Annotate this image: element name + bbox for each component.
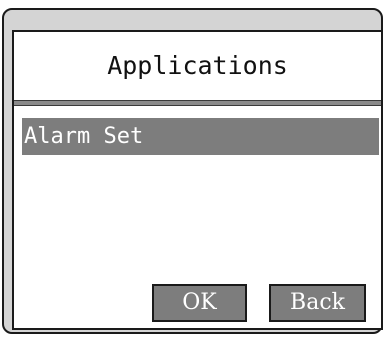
back-button[interactable]: Back (269, 284, 366, 322)
ok-button[interactable]: OK (152, 284, 247, 322)
list-item-alarm-set[interactable]: Alarm Set (22, 118, 379, 155)
screen: Applications Alarm Set OK Back (12, 30, 383, 330)
application-list: Alarm Set (22, 118, 379, 155)
title-divider (14, 100, 381, 106)
screen-title: Applications (107, 50, 288, 80)
device-frame: Applications Alarm Set OK Back (2, 8, 383, 334)
